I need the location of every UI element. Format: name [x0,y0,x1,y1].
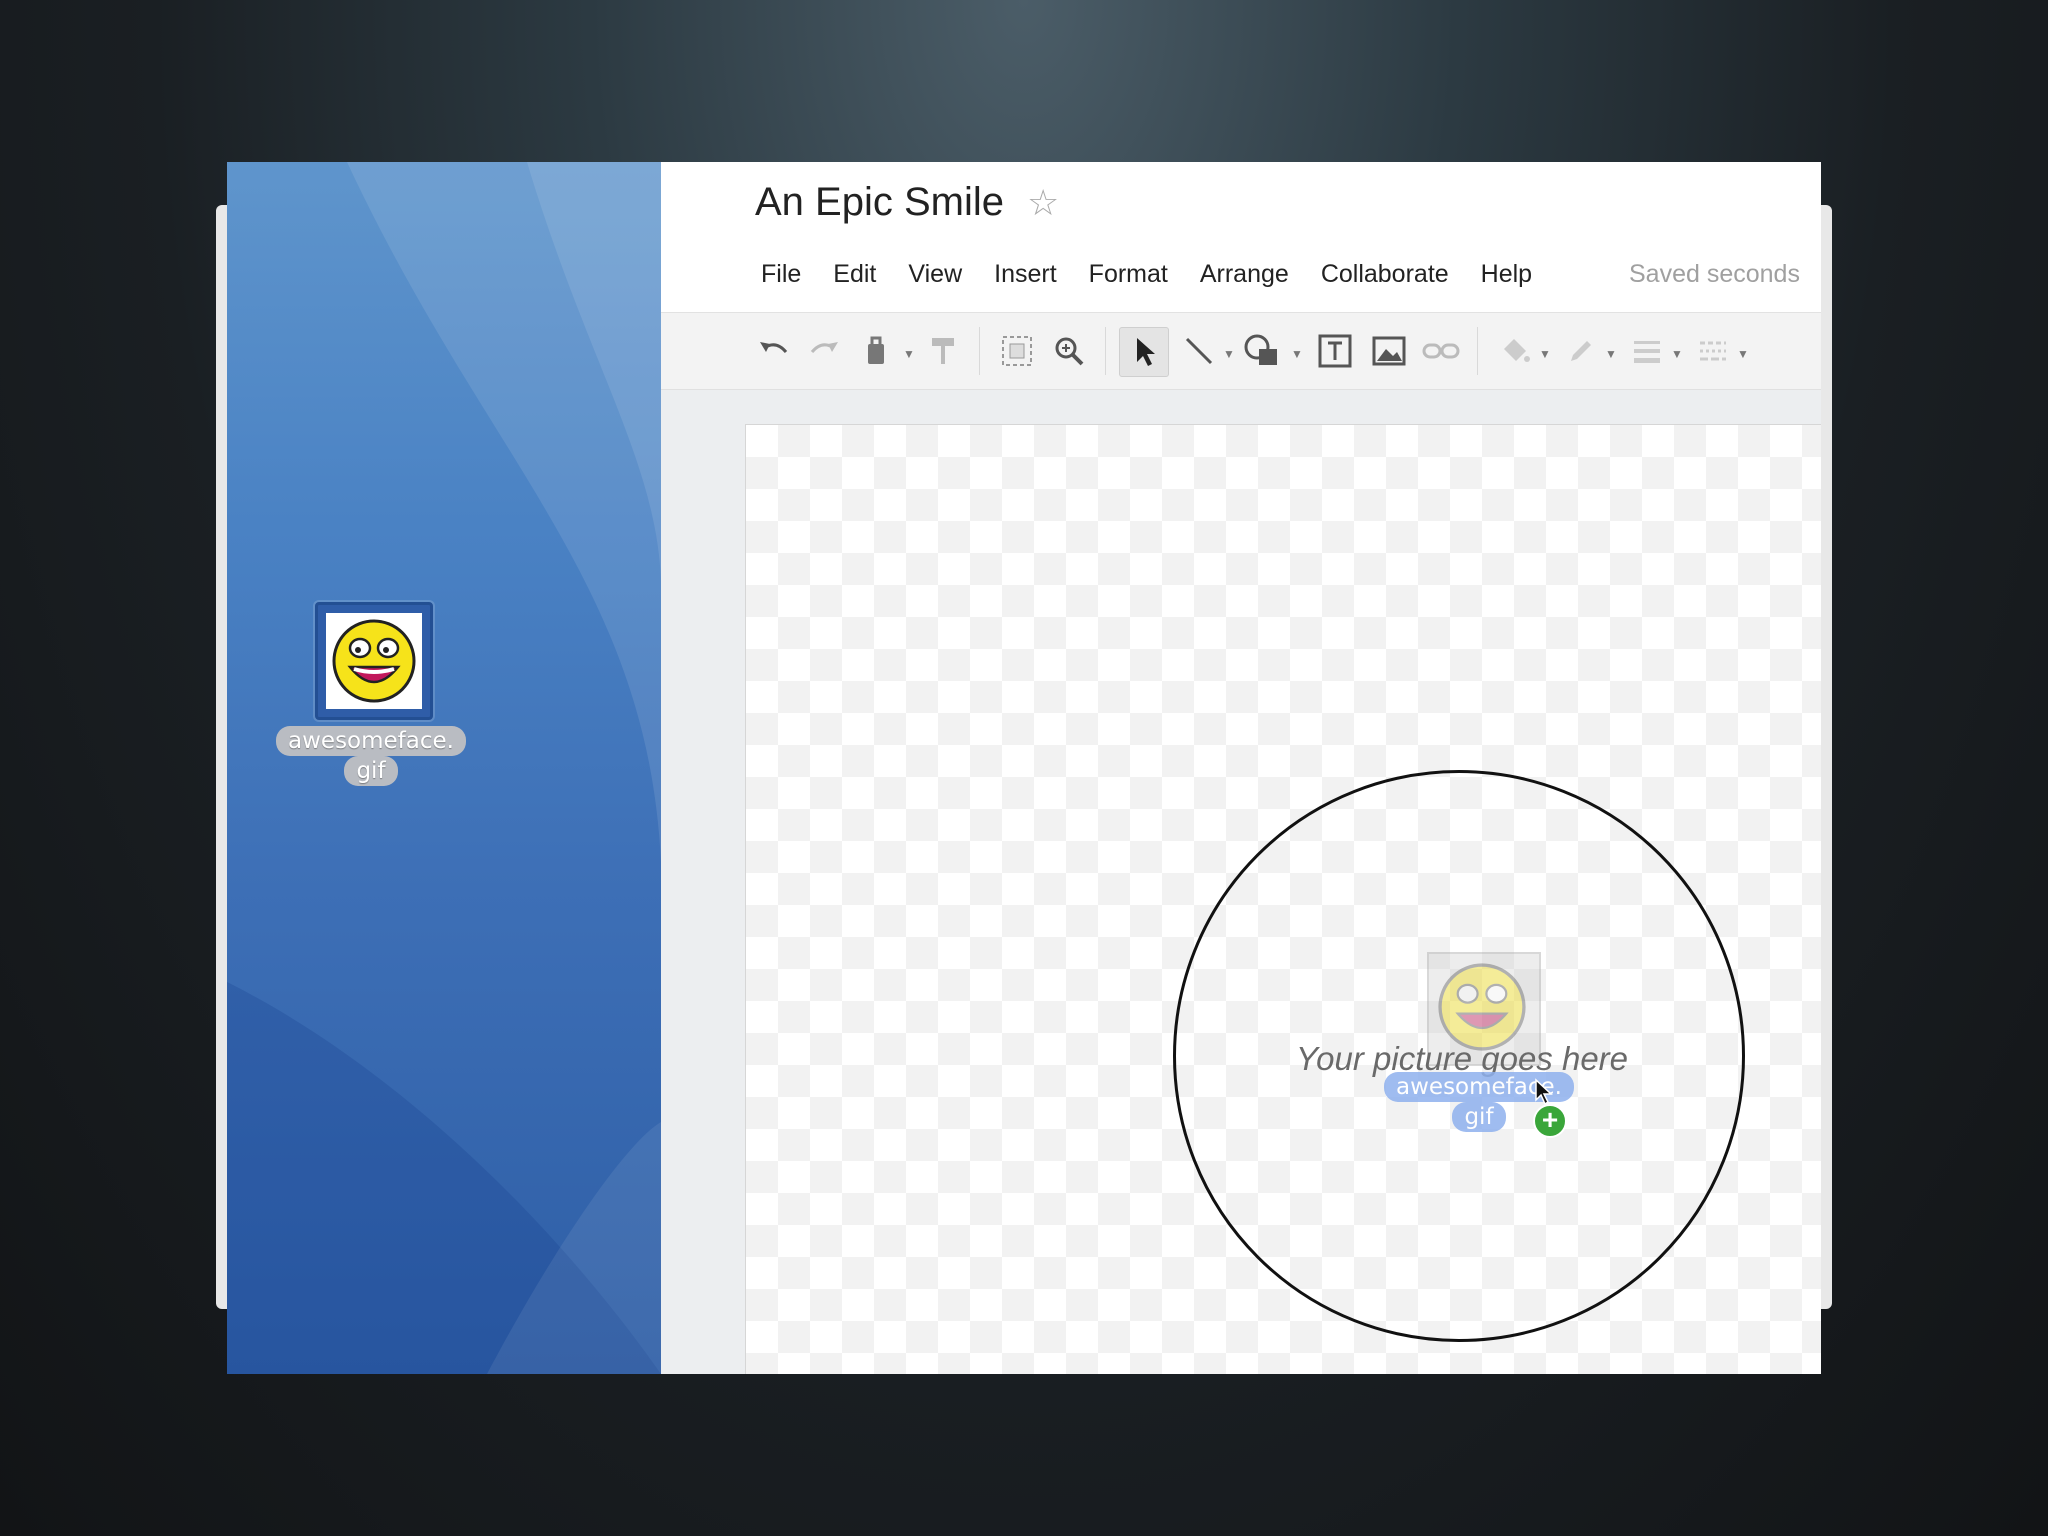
undo-icon[interactable] [749,327,797,375]
zoom-fit-icon[interactable] [993,327,1041,375]
toolbar: ▼ ▼ ▼ ▼ ▼ ▼ ▼ [661,312,1821,390]
paint-caret-icon[interactable]: ▼ [903,347,915,361]
saved-status: Saved seconds [1629,260,1800,288]
menu-file[interactable]: File [745,254,817,294]
desktop-file-icon[interactable] [315,602,433,720]
paint-bucket-icon[interactable] [853,327,901,375]
desktop-file-label[interactable]: awesomeface. gif [265,726,477,786]
line-color-icon[interactable] [1557,327,1605,375]
link-icon[interactable] [1417,327,1465,375]
menu-edit[interactable]: Edit [817,254,892,294]
toolbar-separator [1105,327,1106,375]
shape-caret-icon[interactable]: ▼ [1291,347,1303,361]
toolbar-separator [1477,327,1478,375]
star-outline-icon[interactable]: ☆ [1027,182,1059,224]
menu-format[interactable]: Format [1073,254,1184,294]
smiley-face-icon [332,619,416,703]
desktop: awesomeface. gif [227,162,661,1374]
image-icon[interactable] [1365,327,1413,375]
line-weight-caret-icon[interactable]: ▼ [1671,347,1683,361]
line-icon[interactable] [1175,327,1223,375]
line-dash-icon[interactable] [1689,327,1737,375]
paint-format-icon[interactable] [919,327,967,375]
shape-icon[interactable] [1239,327,1287,375]
menu-insert[interactable]: Insert [978,254,1073,294]
menu-collaborate[interactable]: Collaborate [1305,254,1465,294]
file-name-text: awesomeface. gif [276,726,466,786]
file-thumbnail [326,613,422,709]
redo-icon[interactable] [801,327,849,375]
line-caret-icon[interactable]: ▼ [1223,347,1235,361]
document-title[interactable]: An Epic Smile [755,180,1004,225]
line-dash-caret-icon[interactable]: ▼ [1737,347,1749,361]
menu-bar: File Edit View Insert Format Arrange Col… [745,254,1548,294]
menu-view[interactable]: View [892,254,978,294]
app-header: An Epic Smile ☆ File Edit View Insert Fo… [661,162,1821,312]
line-color-caret-icon[interactable]: ▼ [1605,347,1617,361]
toolbar-separator [979,327,980,375]
fill-caret-icon[interactable]: ▼ [1539,347,1551,361]
mouse-cursor-icon [1535,1078,1553,1106]
select-arrow-icon[interactable] [1119,327,1169,377]
add-copy-badge-icon: + [1533,1104,1567,1138]
fill-color-icon[interactable] [1491,327,1539,375]
menu-arrange[interactable]: Arrange [1184,254,1305,294]
line-weight-icon[interactable] [1623,327,1671,375]
zoom-icon[interactable] [1045,327,1093,375]
menu-help[interactable]: Help [1465,254,1548,294]
text-box-icon[interactable] [1311,327,1359,375]
